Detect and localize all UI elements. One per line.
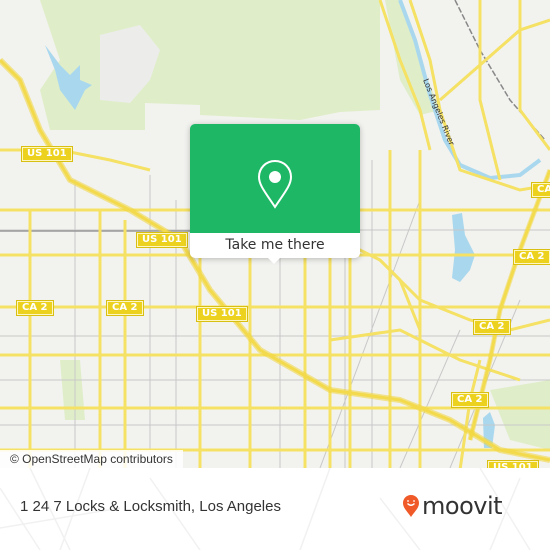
park-griffith (40, 0, 380, 130)
place-name: 1 24 7 Locks & Locksmith, Los Angeles (20, 498, 281, 515)
take-me-there-button[interactable]: Take me there (190, 233, 360, 258)
popup-pointer (266, 256, 282, 264)
park-east (490, 380, 550, 450)
moovit-pin-icon (403, 495, 419, 517)
route-shield-ca2: CA 2 (513, 249, 550, 265)
moovit-logo[interactable]: moovit (402, 492, 503, 520)
destination-popup[interactable]: Take me there (190, 124, 360, 264)
route-shield-ca2: CA 2 (106, 300, 144, 316)
map[interactable]: Los Angeles River US 101 US 101 US 101 U… (0, 0, 550, 468)
footer: 1 24 7 Locks & Locksmith, Los Angeles mo… (0, 468, 550, 550)
reservoir-silver-lake (452, 213, 475, 282)
route-shield-ca2: CA 2 (451, 392, 489, 408)
route-shield-ca2: CA 2 (531, 182, 550, 198)
map-attribution[interactable]: © OpenStreetMap contributors (0, 450, 183, 468)
route-shield-us101: US 101 (136, 232, 188, 248)
route-shield-ca2: CA 2 (16, 300, 54, 316)
route-shield-ca2: CA 2 (473, 319, 511, 335)
railroad (454, 0, 546, 141)
map-pin-icon (257, 159, 293, 209)
route-shield-us101: US 101 (487, 460, 539, 468)
route-shield-us101: US 101 (196, 306, 248, 322)
route-shield-us101: US 101 (21, 146, 73, 162)
moovit-wordmark: moovit (422, 492, 503, 520)
park-west (60, 360, 85, 420)
